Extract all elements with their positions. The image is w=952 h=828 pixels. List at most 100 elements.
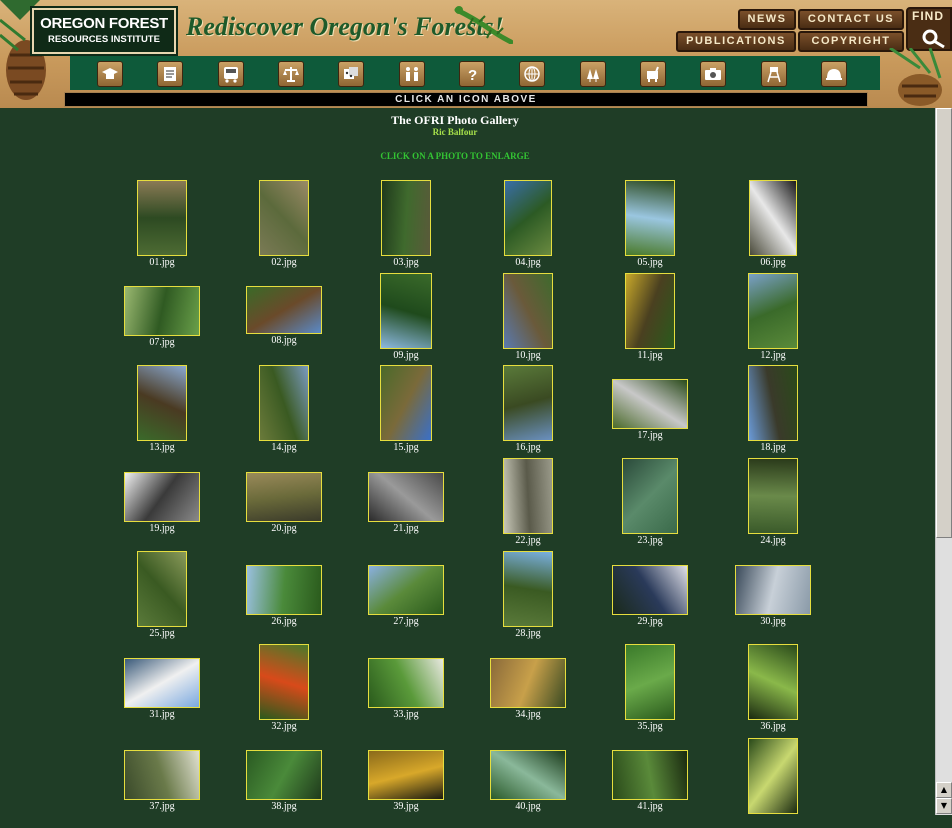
photo-image[interactable]: [625, 273, 675, 349]
photo-thumbnail[interactable]: 09.jpg: [380, 273, 432, 363]
publications-button[interactable]: PUBLICATIONS: [676, 31, 796, 52]
photo-thumbnail[interactable]: 23.jpg: [622, 458, 678, 548]
photo-thumbnail[interactable]: 19.jpg: [124, 472, 200, 536]
photo-thumbnail[interactable]: 11.jpg: [625, 273, 675, 363]
photo-thumbnail[interactable]: 31.jpg: [124, 658, 200, 722]
photo-thumbnail[interactable]: 33.jpg: [368, 658, 444, 722]
photo-thumbnail[interactable]: 05.jpg: [625, 180, 675, 270]
photo-thumbnail[interactable]: 38.jpg: [246, 750, 322, 814]
photo-thumbnail[interactable]: 28.jpg: [503, 551, 553, 641]
photo-image[interactable]: [368, 750, 444, 800]
photo-thumbnail[interactable]: 40.jpg: [490, 750, 566, 814]
photo-image[interactable]: [259, 644, 309, 720]
photo-thumbnail[interactable]: 10.jpg: [503, 273, 553, 363]
scrollbar-thumb[interactable]: [936, 108, 952, 538]
photo-image[interactable]: [381, 180, 431, 256]
photo-image[interactable]: [503, 551, 553, 627]
photo-image[interactable]: [368, 658, 444, 708]
hard-hat-icon[interactable]: [821, 61, 847, 87]
photo-thumbnail[interactable]: 29.jpg: [612, 565, 688, 629]
photo-image[interactable]: [503, 365, 553, 441]
photo-image[interactable]: [748, 273, 798, 349]
photo-thumbnail[interactable]: 26.jpg: [246, 565, 322, 629]
photo-thumbnail[interactable]: 32.jpg: [259, 644, 309, 734]
photo-thumbnail[interactable]: 07.jpg: [124, 286, 200, 350]
photo-image[interactable]: [246, 286, 322, 334]
photo-thumbnail[interactable]: 36.jpg: [748, 644, 798, 734]
bus-icon[interactable]: [218, 61, 244, 87]
photo-image[interactable]: [490, 750, 566, 800]
photo-thumbnail[interactable]: 06.jpg: [749, 180, 797, 270]
family-icon[interactable]: [399, 61, 425, 87]
photo-thumbnail[interactable]: 25.jpg: [137, 551, 187, 641]
photo-image[interactable]: [625, 644, 675, 720]
find-button[interactable]: FIND: [906, 7, 952, 51]
photo-thumbnail[interactable]: 17.jpg: [612, 379, 688, 443]
notepad-icon[interactable]: [157, 61, 183, 87]
photo-image[interactable]: [504, 180, 552, 256]
photo-image[interactable]: [748, 644, 798, 720]
photo-thumbnail[interactable]: 16.jpg: [503, 365, 553, 455]
graduation-cap-icon[interactable]: [97, 61, 123, 87]
dice-icon[interactable]: [338, 61, 364, 87]
scroll-up-arrow[interactable]: ▲: [936, 782, 952, 798]
photo-image[interactable]: [612, 750, 688, 800]
photo-image[interactable]: [749, 180, 797, 256]
photo-image[interactable]: [368, 472, 444, 522]
photo-image[interactable]: [748, 738, 798, 814]
photo-thumbnail[interactable]: 35.jpg: [625, 644, 675, 734]
photo-image[interactable]: [124, 658, 200, 708]
photo-image[interactable]: [124, 750, 200, 800]
photo-thumbnail[interactable]: 18.jpg: [748, 365, 798, 455]
photo-thumbnail[interactable]: 04.jpg: [504, 180, 552, 270]
photo-image[interactable]: [748, 458, 798, 534]
photo-image[interactable]: [503, 458, 553, 534]
photo-image[interactable]: [137, 365, 187, 441]
trees-icon[interactable]: [580, 61, 606, 87]
photo-thumbnail[interactable]: 03.jpg: [381, 180, 431, 270]
photo-thumbnail[interactable]: 02.jpg: [259, 180, 309, 270]
photo-thumbnail[interactable]: 37.jpg: [124, 750, 200, 814]
photo-image[interactable]: [625, 180, 675, 256]
scales-icon[interactable]: [278, 61, 304, 87]
photo-thumbnail[interactable]: 30.jpg: [735, 565, 811, 629]
lookout-tower-icon[interactable]: [761, 61, 787, 87]
photo-thumbnail[interactable]: 41.jpg: [612, 750, 688, 814]
deer-icon[interactable]: [640, 61, 666, 87]
photo-thumbnail[interactable]: 01.jpg: [137, 180, 187, 270]
photo-image[interactable]: [612, 379, 688, 429]
photo-thumbnail[interactable]: 14.jpg: [259, 365, 309, 455]
news-button[interactable]: NEWS: [738, 9, 796, 30]
photo-image[interactable]: [748, 365, 798, 441]
photo-thumbnail[interactable]: 27.jpg: [368, 565, 444, 629]
photo-thumbnail[interactable]: 08.jpg: [246, 286, 322, 348]
photo-image[interactable]: [246, 565, 322, 615]
camera-icon[interactable]: [700, 61, 726, 87]
vertical-scrollbar[interactable]: ▲ ▼: [935, 108, 952, 815]
photo-image[interactable]: [124, 472, 200, 522]
photo-image[interactable]: [246, 750, 322, 800]
photo-image[interactable]: [612, 565, 688, 615]
globe-icon[interactable]: [519, 61, 545, 87]
photographer-credit[interactable]: Ric Balfour: [0, 127, 910, 137]
photo-thumbnail[interactable]: 22.jpg: [503, 458, 553, 548]
photo-image[interactable]: [137, 551, 187, 627]
photo-image[interactable]: [380, 365, 432, 441]
photo-image[interactable]: [259, 365, 309, 441]
photo-image[interactable]: [503, 273, 553, 349]
photo-image[interactable]: [259, 180, 309, 256]
photo-image[interactable]: [246, 472, 322, 522]
scroll-down-arrow[interactable]: ▼: [936, 798, 952, 814]
photo-image[interactable]: [622, 458, 678, 534]
photo-image[interactable]: [137, 180, 187, 256]
photo-thumbnail[interactable]: 39.jpg: [368, 750, 444, 814]
photo-thumbnail[interactable]: 15.jpg: [380, 365, 432, 455]
photo-image[interactable]: [124, 286, 200, 336]
photo-image[interactable]: [380, 273, 432, 349]
photo-thumbnail[interactable]: 20.jpg: [246, 472, 322, 536]
photo-thumbnail[interactable]: 12.jpg: [748, 273, 798, 363]
photo-thumbnail[interactable]: 34.jpg: [490, 658, 566, 722]
photo-image[interactable]: [490, 658, 566, 708]
question-icon[interactable]: ?: [459, 61, 485, 87]
photo-thumbnail[interactable]: 13.jpg: [137, 365, 187, 455]
